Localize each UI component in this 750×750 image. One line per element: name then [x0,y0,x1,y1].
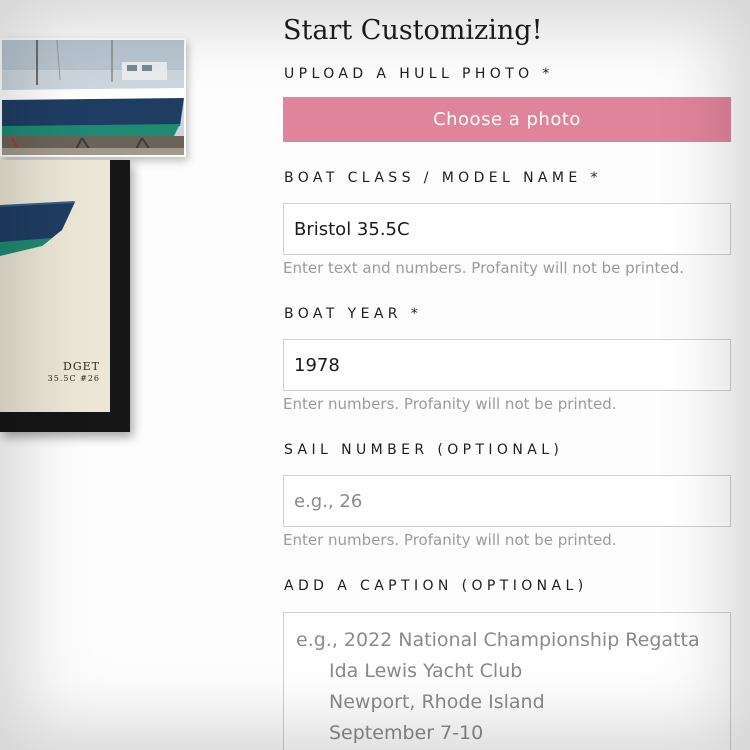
page-title: Start Customizing! [283,15,543,46]
boat-class-input[interactable] [283,203,731,255]
caption-label: ADD A CAPTION (OPTIONAL) [284,578,588,594]
choose-photo-button[interactable]: Choose a photo [283,97,731,142]
upload-photo-label: UPLOAD A HULL PHOTO * [284,66,554,82]
preview-area: DGET 35.5C #26 [0,0,240,750]
caption-placeholder-line: e.g., 2022 National Championship Regatta [296,629,700,651]
caption-placeholder-line: Ida Lewis Yacht Club [329,660,523,682]
caption-textarea[interactable]: e.g., 2022 National Championship Regatta… [283,612,731,750]
sail-number-hint: Enter numbers. Profanity will not be pri… [283,531,617,549]
caption-placeholder-line: Newport, Rhode Island [329,691,545,713]
framed-print: DGET 35.5C #26 [0,160,130,432]
hull-silhouette [0,201,75,256]
caption-placeholder-line: September 7-10 [329,722,484,744]
sail-number-input[interactable] [283,475,731,527]
boat-year-hint: Enter numbers. Profanity will not be pri… [283,395,617,413]
boat-class-label: BOAT CLASS / MODEL NAME * [284,170,602,186]
sail-number-label: SAIL NUMBER (OPTIONAL) [284,442,564,458]
hull-photo-image [2,40,184,155]
print-boat-name: DGET [63,360,100,373]
boat-class-hint: Enter text and numbers. Profanity will n… [283,259,684,277]
hull-photo [0,38,186,157]
boat-year-input[interactable] [283,339,731,391]
print-mat: DGET 35.5C #26 [0,160,110,412]
print-boat-model: 35.5C #26 [47,374,100,383]
boat-year-label: BOAT YEAR * [284,306,423,322]
page: DGET 35.5C #26 Start Customizing! UPLOAD… [0,0,750,750]
